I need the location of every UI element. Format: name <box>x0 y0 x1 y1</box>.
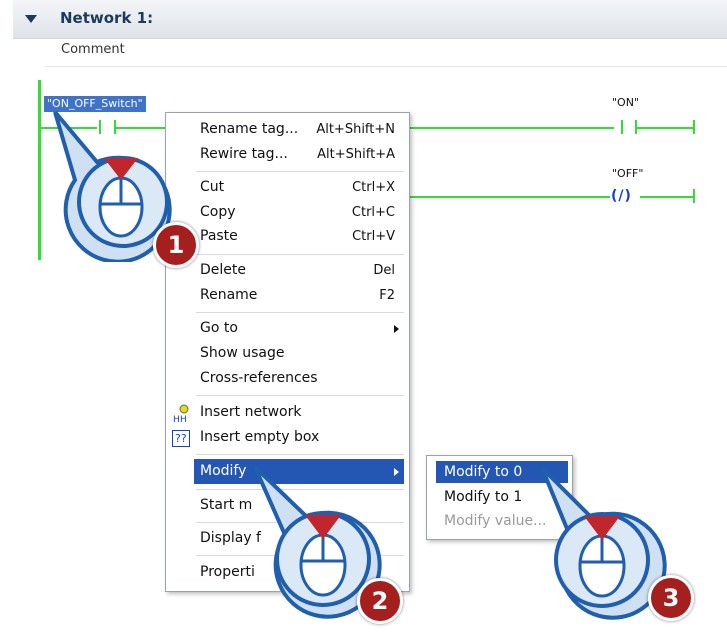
shortcut-rewire-tag: Alt+Shift+A <box>317 147 395 162</box>
menu-item-rename[interactable]: Rename <box>200 287 257 303</box>
shortcut-delete: Del <box>373 263 395 278</box>
menu-item-rename-tag[interactable]: Rename tag... <box>200 121 298 137</box>
submenu-modify-to-0[interactable]: Modify to 0 <box>444 464 522 480</box>
divider <box>45 66 727 67</box>
menu-item-cut[interactable]: Cut <box>200 179 224 195</box>
menu-item-go-to[interactable]: Go to <box>200 320 238 336</box>
shortcut-rename-tag: Alt+Shift+N <box>316 122 395 137</box>
shortcut-rename: F2 <box>379 288 395 303</box>
network-header: Network 1: <box>13 0 727 39</box>
menu-item-insert-network[interactable]: Insert network <box>200 404 301 420</box>
menu-separator <box>196 254 404 255</box>
rung-wire <box>637 127 694 129</box>
svg-text:H: H <box>180 415 187 424</box>
submenu-arrow-icon <box>394 325 399 333</box>
menu-item-paste[interactable]: Paste <box>200 228 238 244</box>
step-badge-3: 3 <box>648 575 694 621</box>
step-badge-1: 1 <box>153 222 199 268</box>
rung-end <box>693 120 695 134</box>
rung-wire <box>408 127 614 129</box>
submenu-modify-to-1[interactable]: Modify to 1 <box>444 489 522 505</box>
coil-left-bar <box>621 120 623 134</box>
insert-network-icon: H H <box>171 404 191 427</box>
empty-box-icon: ?? <box>172 430 190 447</box>
coil-off-label: "OFF" <box>612 167 644 180</box>
collapse-triangle-icon[interactable] <box>25 15 37 23</box>
menu-item-cross-references[interactable]: Cross-references <box>200 370 318 386</box>
network-title: Network 1: <box>60 9 154 27</box>
rung-end <box>693 189 695 203</box>
normally-closed-contact-icon[interactable]: (/) <box>611 188 632 204</box>
menu-separator <box>196 171 404 172</box>
menu-item-delete[interactable]: Delete <box>200 262 246 278</box>
menu-item-insert-empty-box[interactable]: Insert empty box <box>200 429 319 445</box>
menu-item-modify-label: Modify <box>200 463 247 479</box>
rung-wire <box>408 196 610 198</box>
menu-item-rewire-tag[interactable]: Rewire tag... <box>200 146 288 162</box>
shortcut-paste: Ctrl+V <box>352 229 395 244</box>
menu-item-show-usage[interactable]: Show usage <box>200 345 284 361</box>
coil-on-label: "ON" <box>612 96 640 109</box>
menu-separator <box>196 312 404 313</box>
rung-wire <box>640 196 694 198</box>
shortcut-cut: Ctrl+X <box>352 180 395 195</box>
menu-item-copy[interactable]: Copy <box>200 204 236 220</box>
network-comment[interactable]: Comment <box>61 42 125 57</box>
svg-text:H: H <box>173 415 180 424</box>
step-badge-2: 2 <box>357 578 403 624</box>
shortcut-copy: Ctrl+C <box>351 205 395 220</box>
menu-separator <box>196 395 404 396</box>
